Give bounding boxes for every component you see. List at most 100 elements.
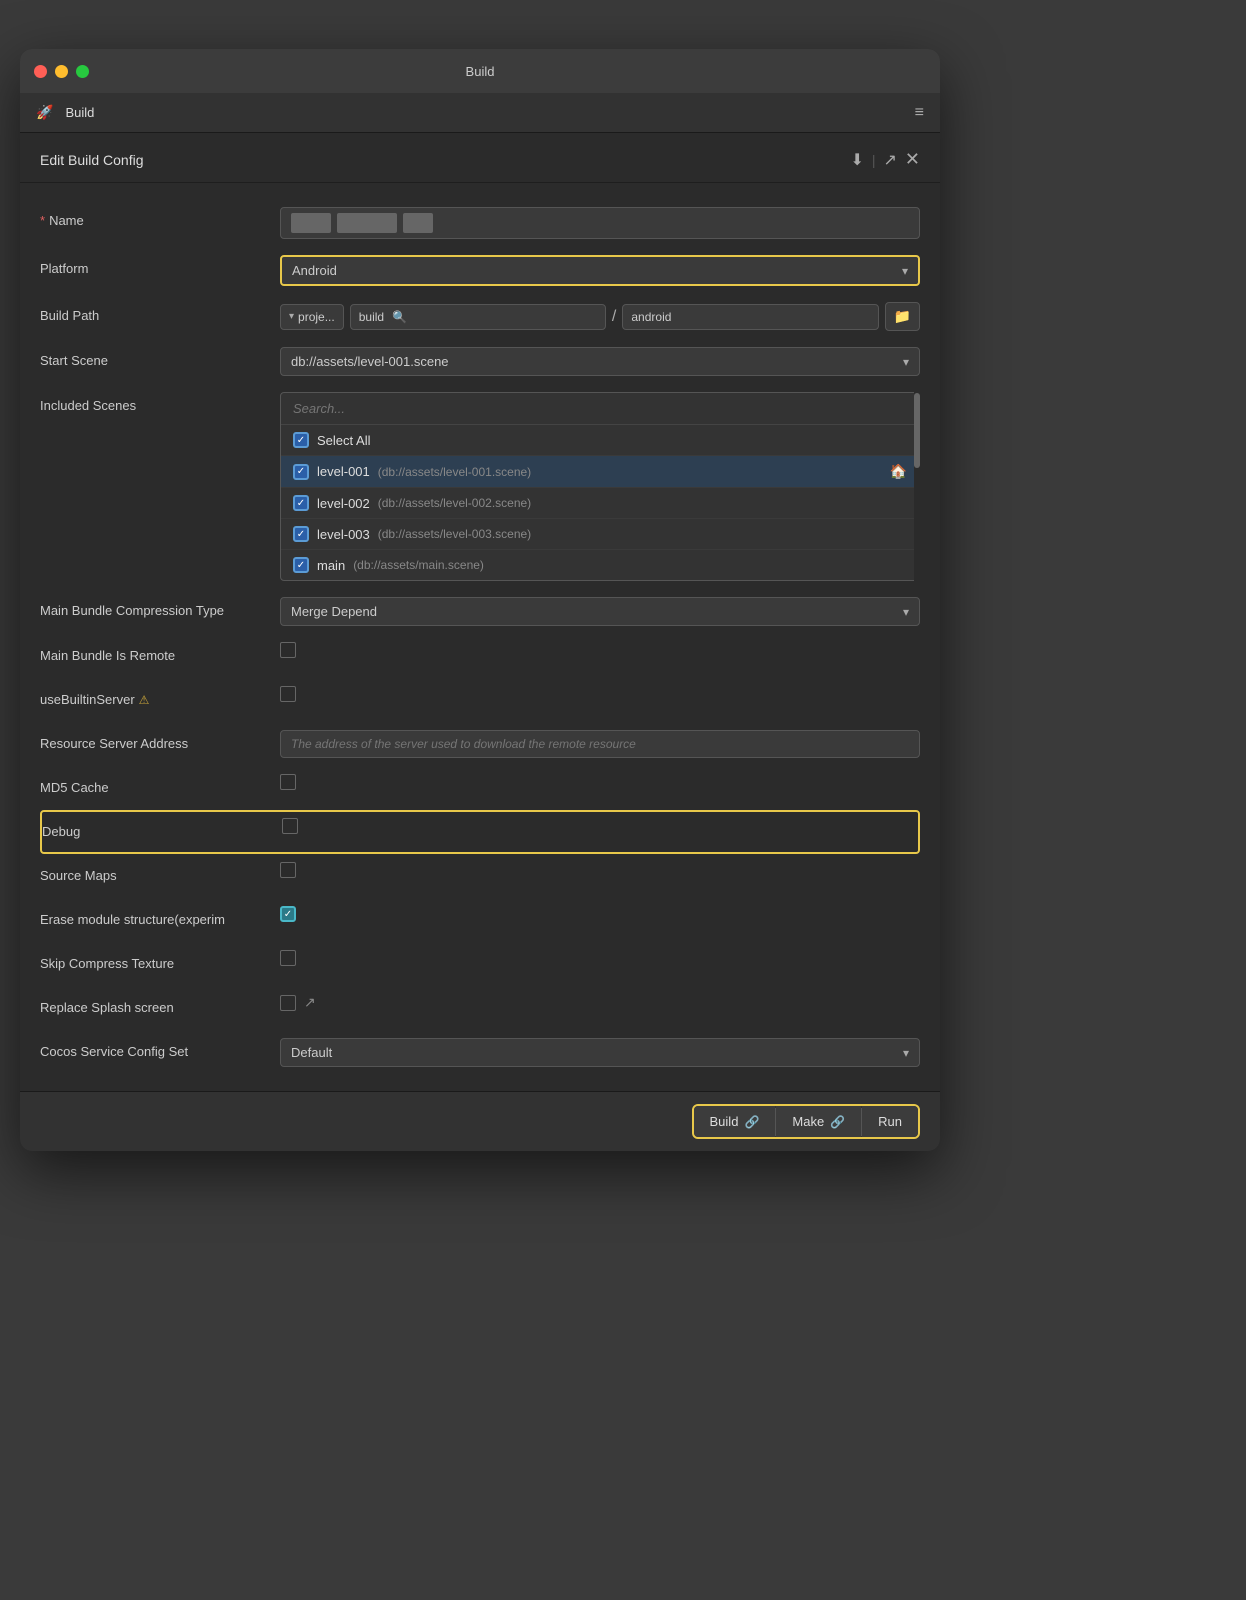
select-all-checkbox[interactable]: ✓ — [293, 432, 309, 448]
start-scene-value: db://assets/level-001.scene — [291, 354, 449, 369]
scenes-search-input[interactable] — [281, 393, 919, 425]
resource-server-input[interactable] — [280, 730, 920, 758]
skip-compress-row: Skip Compress Texture — [40, 942, 920, 986]
scenes-container: ✓ Select All ✓ level-001 (db://assets/le… — [280, 392, 920, 581]
checkmark-icon: ✓ — [297, 466, 305, 477]
cocos-service-label: Cocos Service Config Set — [40, 1038, 280, 1059]
save-config-button[interactable]: ⬇ — [850, 150, 863, 170]
make-button[interactable]: Make 🔗 — [776, 1106, 861, 1137]
scene-path-level003: (db://assets/level-003.scene) — [378, 527, 531, 541]
scene-path-main: (db://assets/main.scene) — [353, 558, 484, 572]
main-bundle-remote-label: Main Bundle Is Remote — [40, 642, 280, 663]
panel: Edit Build Config ⬇ | ↗ ✕ * Name — [20, 133, 940, 1151]
build-button[interactable]: Build 🔗 — [694, 1106, 776, 1137]
export-config-button[interactable]: ↗ — [884, 150, 897, 170]
replace-splash-checkbox[interactable] — [280, 995, 296, 1011]
use-builtin-server-checkbox[interactable] — [280, 686, 296, 702]
scene-checkbox-main[interactable]: ✓ — [293, 557, 309, 573]
main-bundle-remote-checkbox[interactable] — [280, 642, 296, 658]
use-builtin-server-row: useBuiltinServer ⚠ — [40, 678, 920, 722]
platform-control: Android ▾ — [280, 255, 920, 286]
md5-cache-control — [280, 774, 920, 790]
replace-splash-link-icon[interactable]: ↗ — [304, 994, 316, 1011]
name-block-3 — [403, 213, 433, 233]
path-browse-button[interactable]: 📁 — [885, 302, 920, 331]
source-maps-row: Source Maps — [40, 854, 920, 898]
home-icon-level001: 🏠 — [890, 463, 907, 480]
erase-module-checkbox[interactable]: ✓ — [280, 906, 296, 922]
erase-module-row: Erase module structure(experim ✓ — [40, 898, 920, 942]
debug-checkbox[interactable] — [282, 818, 298, 834]
scene-name-level003: level-003 — [317, 527, 370, 542]
scene-checkbox-level003[interactable]: ✓ — [293, 526, 309, 542]
close-traffic-light[interactable] — [34, 65, 47, 78]
warning-icon: ⚠ — [139, 693, 150, 707]
cocos-service-value: Default — [291, 1045, 332, 1060]
close-button[interactable]: ✕ — [905, 149, 920, 170]
scrollbar-thumb[interactable] — [914, 393, 920, 469]
cocos-service-control: Default ▾ — [280, 1038, 920, 1067]
included-scenes-label: Included Scenes — [40, 392, 280, 413]
platform-select[interactable]: Android ▾ — [280, 255, 920, 286]
titlebar: Build — [20, 49, 940, 93]
scene-checkbox-level002[interactable]: ✓ — [293, 495, 309, 511]
minimize-traffic-light[interactable] — [55, 65, 68, 78]
panel-actions: ⬇ | ↗ ✕ — [850, 149, 920, 170]
erase-module-control: ✓ — [280, 906, 920, 922]
platform-arrow-icon: ▾ — [902, 264, 908, 278]
name-input-container — [280, 207, 920, 239]
checkmark-icon: ✓ — [297, 435, 305, 446]
select-all-label: Select All — [317, 433, 370, 448]
path-search-icon: 🔍 — [392, 310, 407, 324]
start-scene-select[interactable]: db://assets/level-001.scene ▾ — [280, 347, 920, 376]
panel-title: Edit Build Config — [40, 152, 144, 168]
cocos-service-select[interactable]: Default ▾ — [280, 1038, 920, 1067]
path-build-segment[interactable]: build 🔍 — [350, 304, 606, 330]
main-bundle-compression-control: Merge Depend ▾ — [280, 597, 920, 626]
divider: | — [872, 152, 876, 168]
checkmark-icon: ✓ — [297, 498, 305, 509]
start-scene-arrow-icon: ▾ — [903, 355, 909, 369]
main-bundle-compression-select[interactable]: Merge Depend ▾ — [280, 597, 920, 626]
skip-compress-checkbox[interactable] — [280, 950, 296, 966]
scene-item-level003[interactable]: ✓ level-003 (db://assets/level-003.scene… — [281, 519, 919, 550]
scene-item-level002[interactable]: ✓ level-002 (db://assets/level-002.scene… — [281, 488, 919, 519]
start-scene-row: Start Scene db://assets/level-001.scene … — [40, 339, 920, 384]
checkmark-icon: ✓ — [297, 529, 305, 540]
panel-header: Edit Build Config ⬇ | ↗ ✕ — [20, 133, 940, 183]
scrollbar-track — [914, 392, 920, 581]
resource-server-label: Resource Server Address — [40, 730, 280, 751]
maximize-traffic-light[interactable] — [76, 65, 89, 78]
replace-splash-row: Replace Splash screen ↗ — [40, 986, 920, 1030]
build-link-icon: 🔗 — [744, 1115, 759, 1129]
start-scene-control: db://assets/level-001.scene ▾ — [280, 347, 920, 376]
debug-label: Debug — [42, 818, 282, 839]
scene-item-main[interactable]: ✓ main (db://assets/main.scene) — [281, 550, 919, 580]
replace-splash-label: Replace Splash screen — [40, 994, 280, 1015]
name-input[interactable] — [280, 207, 920, 239]
run-button[interactable]: Run — [862, 1106, 918, 1137]
md5-cache-checkbox[interactable] — [280, 774, 296, 790]
cocos-service-arrow-icon: ▾ — [903, 1046, 909, 1060]
main-bundle-compression-label: Main Bundle Compression Type — [40, 597, 280, 618]
use-builtin-server-label: useBuiltinServer ⚠ — [40, 686, 280, 707]
resource-server-row: Resource Server Address — [40, 722, 920, 766]
menu-icon[interactable]: ≡ — [915, 104, 924, 122]
use-builtin-server-control — [280, 686, 920, 702]
name-block-2 — [337, 213, 397, 233]
source-maps-checkbox[interactable] — [280, 862, 296, 878]
path-android-segment[interactable]: android — [622, 304, 878, 330]
scene-checkbox-level001[interactable]: ✓ — [293, 464, 309, 480]
included-scenes-control: ✓ Select All ✓ level-001 (db://assets/le… — [280, 392, 920, 581]
menubar-title: Build — [65, 105, 94, 120]
name-block-1 — [291, 213, 331, 233]
build-path-container: ▾ proje... build 🔍 / android 📁 — [280, 302, 920, 331]
main-window: Build 🚀 Build ≡ Edit Build Config ⬇ | ↗ … — [20, 49, 940, 1151]
scene-name-level001: level-001 — [317, 464, 370, 479]
build-label: Build — [710, 1114, 739, 1129]
select-all-item[interactable]: ✓ Select All — [281, 425, 919, 456]
path-project-segment[interactable]: ▾ proje... — [280, 304, 344, 330]
scene-item-level001[interactable]: ✓ level-001 (db://assets/level-001.scene… — [281, 456, 919, 488]
replace-splash-control: ↗ — [280, 994, 920, 1011]
scene-path-level001: (db://assets/level-001.scene) — [378, 465, 531, 479]
